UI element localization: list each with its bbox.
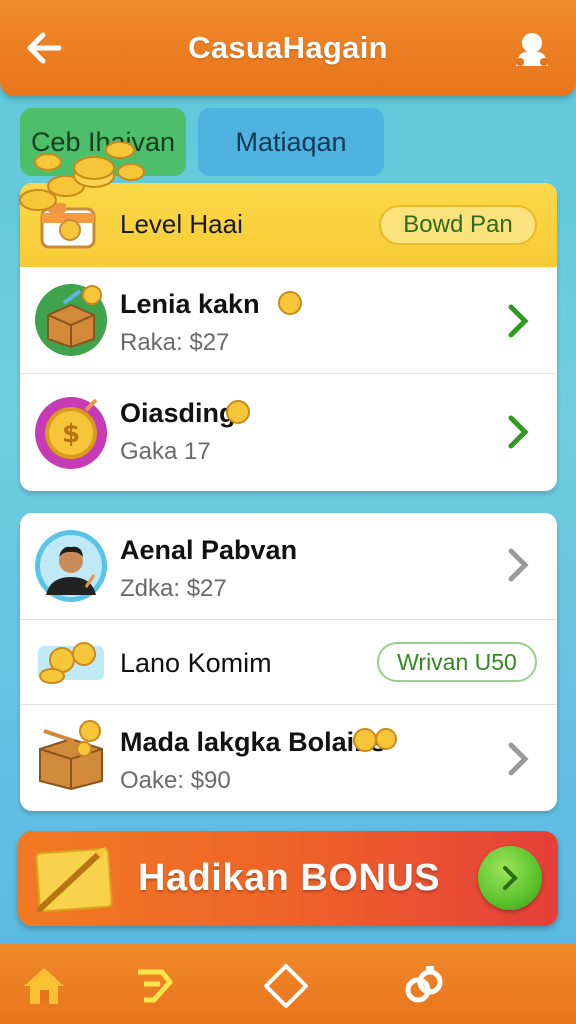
avatar-icon: [35, 530, 107, 602]
item-subtitle: Gaka 17: [120, 438, 211, 465]
item-title: Aenal Pabvan: [120, 535, 298, 565]
claim-label: Wrivan U50: [397, 648, 517, 675]
coin-pile-icon: [19, 142, 145, 211]
item-subtitle: Raka: $27: [120, 329, 230, 356]
note-pencil-icon: [35, 847, 113, 913]
list-item[interactable]: $ Oiasding Gaka 17: [20, 374, 557, 491]
bonus-button[interactable]: Hadikan BONUS: [18, 831, 558, 926]
item-title: Oiasding: [120, 398, 236, 428]
chevron-right-icon: [508, 415, 529, 449]
level-action-label: Bowd Pan: [403, 211, 513, 238]
chevron-right-icon: [508, 548, 529, 582]
app-header: CasuaHagain: [0, 0, 576, 96]
treasure-chest-icon: [39, 720, 103, 791]
coin-icon: [278, 291, 302, 315]
nav-diamond[interactable]: [262, 962, 310, 1010]
item-title: Lenia kakn: [120, 289, 260, 319]
rewards-card: Level Haai Bowd Pan Lenia kakn Raka: $27…: [20, 183, 557, 491]
item-title: Lano Komim: [120, 648, 272, 678]
svg-text:$: $: [62, 419, 80, 449]
list-item[interactable]: Aenal Pabvan Zdka: $27: [20, 513, 557, 619]
link-icon: [405, 966, 443, 1003]
coins-icon: [38, 642, 104, 684]
activity-card: Aenal Pabvan Zdka: $27 Lano Komim Wrivan…: [20, 513, 557, 811]
coin-badge-icon: $: [35, 397, 107, 469]
page-title: CasuaHagain: [188, 30, 388, 65]
list-item[interactable]: Lenia kakn Raka: $27: [20, 267, 557, 373]
coin-icon: [226, 400, 250, 424]
nav-link[interactable]: [400, 962, 448, 1010]
diamond-icon: [264, 964, 308, 1008]
home-icon: [24, 968, 64, 1004]
chevron-right-icon: [503, 866, 518, 890]
chevron-right-icon: [508, 742, 529, 776]
item-title: Mada lakgka Bolains: [120, 727, 386, 757]
tab-label: Matiaqan: [235, 126, 347, 157]
bottom-nav: [0, 944, 576, 1024]
list-item[interactable]: Mada lakgka Bolains Oake: $90: [20, 705, 557, 811]
nav-quests[interactable]: [130, 962, 178, 1010]
treasure-box-icon: [35, 284, 107, 356]
coins-icon: [353, 728, 397, 752]
nav-home[interactable]: [20, 962, 68, 1010]
claim-button[interactable]: Wrivan U50: [377, 642, 537, 682]
chevron-right-icon: [508, 304, 529, 338]
item-subtitle: Oake: $90: [120, 767, 231, 794]
level-action-button[interactable]: Bowd Pan: [379, 205, 537, 245]
quests-icon: [138, 969, 173, 1003]
profile-button[interactable]: [510, 26, 554, 70]
user-profile-icon: [516, 33, 548, 66]
item-subtitle: Zdka: $27: [120, 575, 227, 602]
go-button[interactable]: [478, 846, 542, 910]
list-item[interactable]: Lano Komim Wrivan U50: [20, 620, 557, 704]
tab-matiaqan[interactable]: Matiaqan: [198, 108, 384, 176]
bonus-label: Hadikan BONUS: [138, 857, 441, 899]
